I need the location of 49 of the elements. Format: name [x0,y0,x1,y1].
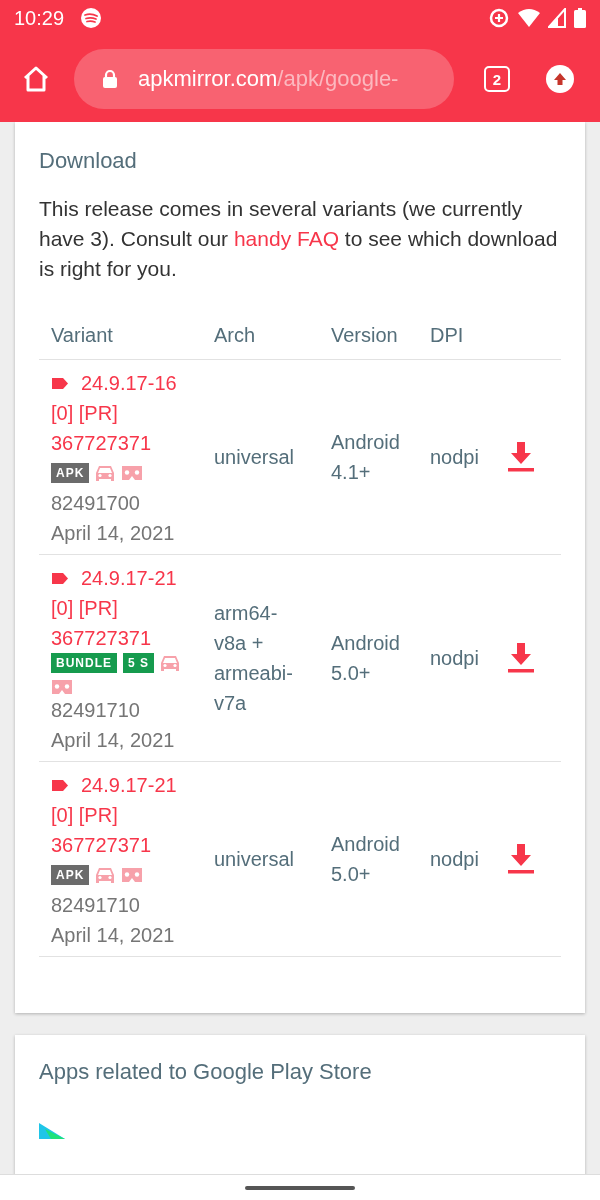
battery-icon [574,8,586,28]
column-header: Version [331,324,399,347]
upload-icon[interactable] [546,65,574,93]
faq-link[interactable]: handy FAQ [233,227,339,250]
download-icon[interactable] [508,844,534,874]
version-code: 82491700 [51,491,141,516]
arch-cell-text: arm64-v8a + armeabi-v7a [214,601,294,716]
type-badge: BUNDLE [51,653,117,673]
tag-icon [51,377,69,390]
version-code: 82491710 [51,893,141,918]
variant-link[interactable]: 24.9.17-16 [0] [PR] 367727371 [51,368,196,458]
section-title: Download [39,148,138,174]
dpi-cell-text: nodpi [430,445,480,470]
type-badge: 5 S [123,653,154,673]
release-date: April 14, 2021 [51,728,176,753]
download-icon[interactable] [508,643,534,673]
type-badge: APK [51,463,90,483]
signal-icon [548,8,566,28]
version-cell-text: Android 5.0+ [331,832,401,887]
data-saver-icon [488,7,510,29]
type-badge: APK [51,865,90,885]
home-icon[interactable] [22,65,50,93]
intro-paragraph: This release comes in several variants (we currently have 3). Consult our handy FAQ to see which download is right for you. [39,196,559,282]
home-handle[interactable] [245,1186,355,1190]
section-title: Apps related to Google Play Store [39,1059,373,1085]
url-text: apkmirror.com/apk/google- [138,66,399,92]
column-header: DPI [430,324,465,347]
music-app-icon [80,7,103,29]
lock-icon [102,69,118,89]
tag-icon [51,572,69,585]
dpi-cell-text: nodpi [430,847,480,872]
release-date: April 14, 2021 [51,521,176,546]
tab-count[interactable]: 2 [484,66,510,92]
arch-cell-text: universal [214,445,296,470]
address-bar[interactable]: apkmirror.com/apk/google- [74,49,454,109]
download-icon[interactable] [508,442,534,472]
tag-icon [51,779,69,792]
version-cell-text: Android 5.0+ [331,631,401,686]
arch-cell-text: universal [214,847,296,872]
column-header: Variant [51,324,114,347]
dpi-cell-text: nodpi [430,646,480,671]
wifi-icon [518,8,540,28]
column-header: Arch [214,324,257,347]
release-date: April 14, 2021 [51,923,176,948]
status-time: 10:29 [14,6,65,30]
variant-link[interactable]: 24.9.17-21 [0] [PR] 367727371 [51,563,196,653]
version-code: 82491710 [51,698,141,723]
variant-link[interactable]: 24.9.17-21 [0] [PR] 367727371 [51,770,196,860]
version-cell-text: Android 4.1+ [331,430,401,485]
